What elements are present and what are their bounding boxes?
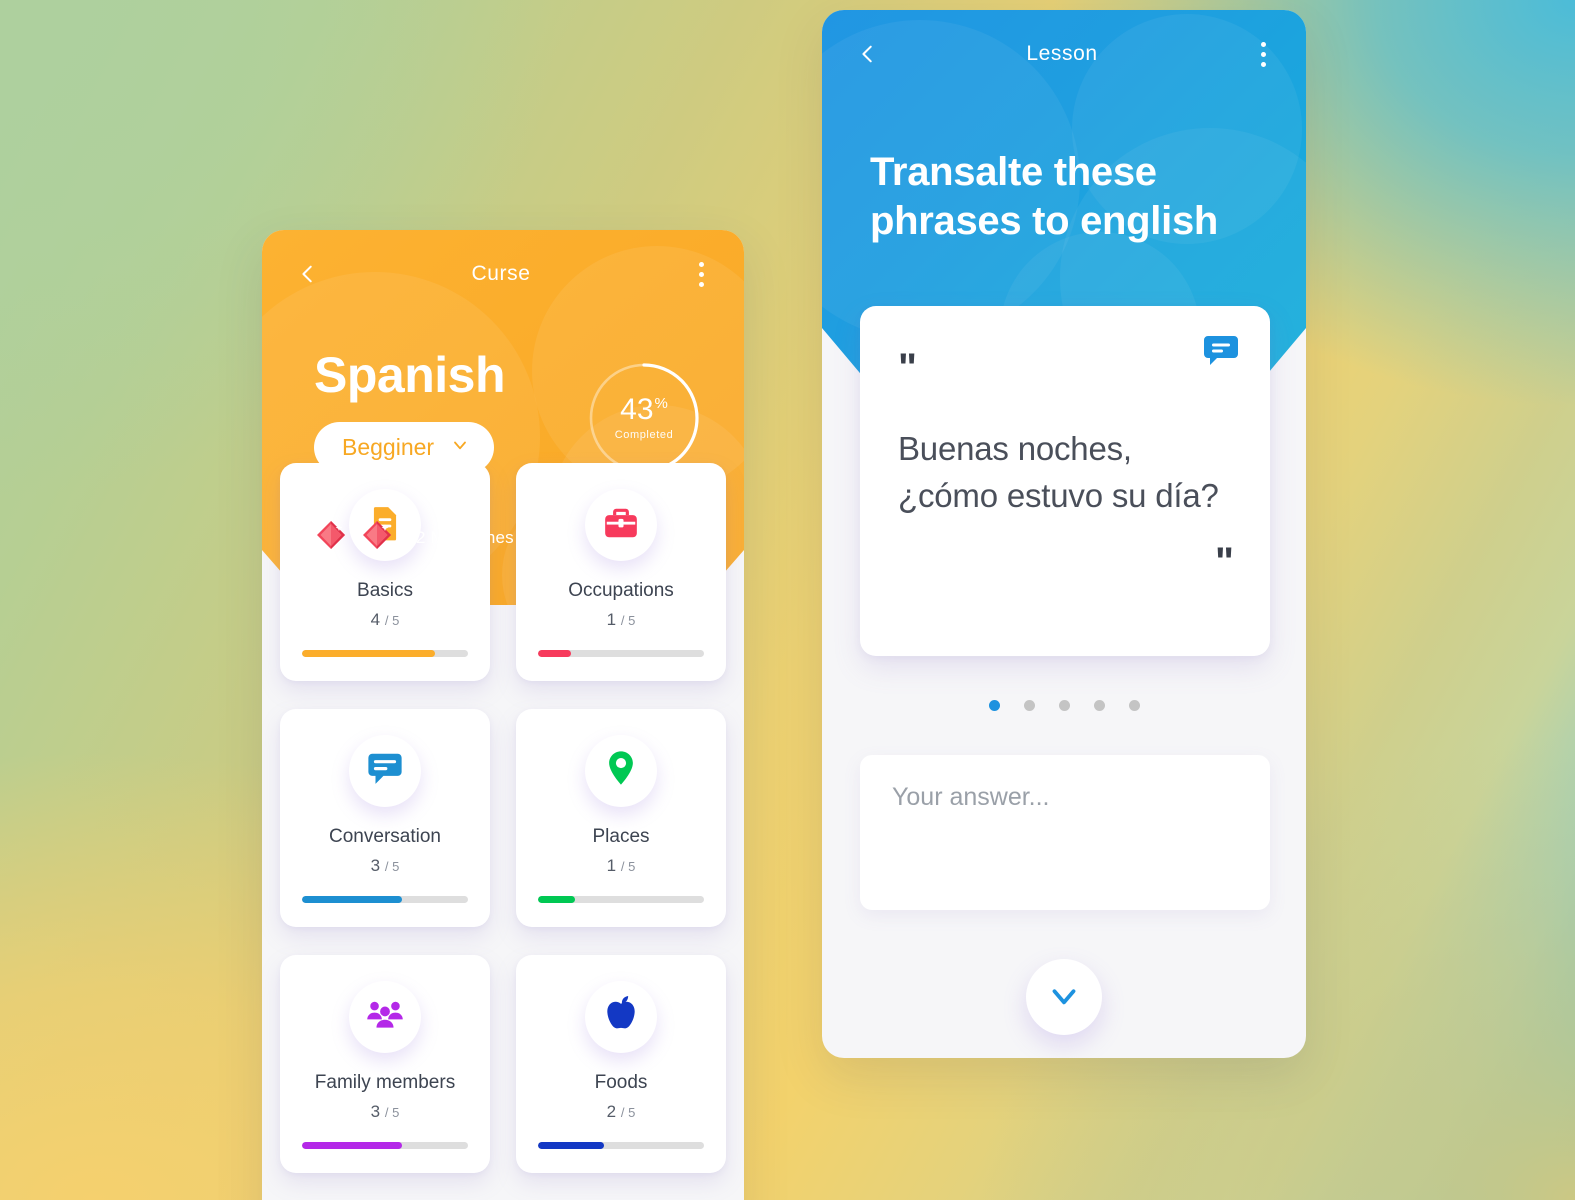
topic-name: Foods	[594, 1071, 648, 1093]
level-label: Begginer	[342, 434, 435, 460]
topic-done: 4	[370, 609, 381, 629]
kebab-menu-icon	[698, 271, 704, 277]
topic-total: / 5	[384, 1104, 400, 1120]
topic-progress-bar	[302, 649, 468, 657]
topic-card[interactable]: Foods 2 / 5	[516, 954, 726, 1173]
quote-close-icon: "	[1215, 540, 1234, 584]
progress-label: Completed	[614, 429, 674, 441]
topics-scroll-area[interactable]: Basics 4 / 5 Occupations 1 / 5 Conversation 3…	[262, 463, 744, 1200]
topic-done: 3	[370, 1101, 381, 1121]
page-title: Lesson	[1026, 42, 1098, 65]
milestones-label: 2 Milestones	[416, 527, 514, 547]
course-screen: Curse Spanish Begginer 43 % Completed 2 …	[262, 230, 744, 1200]
topic-icon-wrap	[349, 734, 421, 807]
milestones-row: 2 Milestones	[314, 518, 514, 557]
topic-icon-wrap	[585, 734, 657, 807]
kebab-menu-icon	[698, 261, 704, 267]
kebab-menu-icon	[698, 281, 704, 287]
topic-card[interactable]: Basics 4 / 5	[280, 463, 490, 681]
gem-icon	[360, 518, 394, 557]
briefcase-icon	[602, 504, 640, 547]
pagination-dot[interactable]	[1093, 700, 1105, 711]
lesson-topbar: Lesson	[822, 10, 1306, 98]
level-selector[interactable]: Begginer	[314, 422, 495, 473]
topic-total: / 5	[620, 612, 636, 628]
answer-input[interactable]	[860, 755, 1270, 910]
topic-progress-fill	[538, 1141, 605, 1149]
lesson-instruction: Transalte these phrases to english	[870, 150, 1219, 243]
pagination-dot[interactable]	[1023, 700, 1035, 711]
topic-progress-bar	[538, 1141, 704, 1149]
topic-card[interactable]: Family members 3 / 5	[280, 954, 490, 1173]
topic-progress-fill	[302, 895, 402, 903]
topic-total: / 5	[384, 858, 400, 874]
overflow-menu-button[interactable]	[686, 256, 716, 292]
topics-grid: Basics 4 / 5 Occupations 1 / 5 Conversation 3…	[280, 463, 726, 1173]
topic-done: 2	[606, 1101, 617, 1121]
topic-progress-fill	[538, 649, 572, 657]
topic-progress-count: 3 / 5	[371, 856, 400, 876]
topic-name: Occupations	[568, 580, 674, 601]
topic-done: 1	[606, 855, 617, 875]
topic-name: Basics	[357, 580, 413, 601]
app-mockup-stage: Curse Spanish Begginer 43 % Completed 2 …	[0, 0, 1575, 1200]
topic-total: / 5	[620, 1104, 636, 1120]
progress-value: 43	[620, 393, 654, 426]
topic-progress-count: 4 / 5	[371, 610, 400, 630]
topic-progress-bar	[538, 895, 704, 903]
course-topbar: Curse	[262, 230, 744, 318]
map-pin-icon	[602, 749, 640, 792]
phrase-text: Buenas noches, ¿cómo estuvo su día?	[898, 430, 1219, 514]
pagination-dots	[822, 700, 1306, 711]
topic-icon-wrap	[585, 980, 657, 1053]
chat-bubble-icon[interactable]	[1204, 336, 1238, 371]
apple-icon	[602, 995, 640, 1038]
topic-name: Conversation	[329, 825, 441, 847]
topic-progress-fill	[538, 895, 575, 903]
pagination-dot[interactable]	[988, 700, 1000, 711]
topic-total: / 5	[620, 858, 636, 874]
topic-progress-count: 1 / 5	[607, 610, 636, 630]
topic-progress-bar	[302, 1141, 468, 1149]
topic-card[interactable]: Conversation 3 / 5	[280, 708, 490, 927]
topic-done: 1	[606, 609, 617, 629]
topic-progress-fill	[302, 1141, 402, 1149]
progress-ring-text: 43 % Completed	[588, 362, 700, 474]
overflow-menu-button[interactable]	[1248, 36, 1278, 72]
pagination-dot[interactable]	[1058, 700, 1070, 711]
chat-icon	[366, 749, 404, 792]
topic-progress-count: 2 / 5	[607, 1102, 636, 1122]
topic-icon-wrap	[585, 489, 657, 561]
kebab-menu-icon	[1260, 61, 1266, 67]
lesson-screen: Lesson Transalte these phrases to englis…	[822, 10, 1306, 1058]
topic-card[interactable]: Places 1 / 5	[516, 708, 726, 927]
topic-progress-fill	[302, 649, 435, 657]
topic-progress-bar	[538, 649, 704, 657]
percent-sign: %	[654, 395, 668, 412]
topic-progress-count: 3 / 5	[371, 1102, 400, 1122]
kebab-menu-icon	[1260, 51, 1266, 57]
topic-done: 3	[370, 855, 381, 875]
topic-card[interactable]: Occupations 1 / 5	[516, 463, 726, 681]
page-title: Curse	[471, 262, 531, 285]
progress-ring: 43 % Completed	[588, 362, 700, 474]
topic-progress-bar	[302, 895, 468, 903]
chevron-down-icon	[1045, 977, 1083, 1018]
chevron-down-icon	[450, 434, 470, 461]
phrase-card: " Buenas noches, ¿cómo estuvo su día? "	[860, 306, 1270, 656]
topic-total: / 5	[384, 612, 400, 628]
topic-name: Places	[592, 825, 650, 847]
topic-progress-count: 1 / 5	[607, 856, 636, 876]
kebab-menu-icon	[1260, 41, 1266, 47]
topic-name: Family members	[314, 1071, 456, 1093]
people-icon	[366, 995, 404, 1038]
pagination-dot[interactable]	[1128, 700, 1140, 711]
submit-answer-button[interactable]	[1026, 959, 1102, 1035]
topic-icon-wrap	[349, 980, 421, 1053]
gem-icon	[314, 518, 348, 557]
quote-open-icon: "	[898, 346, 917, 390]
